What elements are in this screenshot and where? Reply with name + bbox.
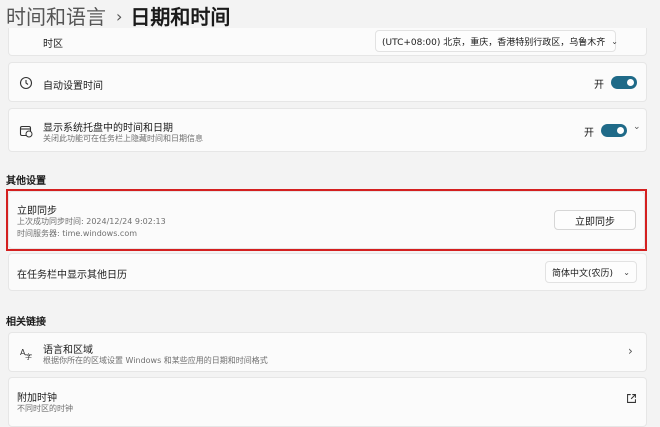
chevron-down-icon: ⌄ — [623, 267, 630, 277]
sync-now-button[interactable]: 立即同步 — [554, 210, 636, 230]
tray-time-toggle-text: 开 — [584, 128, 594, 139]
auto-time-label: 自动设置时间 — [43, 81, 103, 92]
timezone-label: 时区 — [43, 39, 63, 50]
chevron-right-icon: › — [628, 344, 633, 358]
language-icon: A字 — [19, 346, 33, 360]
auto-time-toggle-text: 开 — [594, 80, 604, 91]
clock-icon — [19, 76, 33, 90]
toggle-knob — [617, 127, 624, 134]
timezone-row: 时区 (UTC+08:00) 北京，重庆，香港特别行政区，乌鲁木齐 ⌄ — [8, 28, 647, 56]
other-settings-header: 其他设置 — [6, 176, 46, 187]
timezone-value: (UTC+08:00) 北京，重庆，香港特别行政区，乌鲁木齐 — [382, 37, 606, 48]
tray-time-row: 显示系统托盘中的时间和日期 关闭此功能可在任务栏上隐藏时间和日期信息 开 ⌄ — [8, 108, 647, 152]
last-sync-text: 上次成功同步时间: 2024/12/24 9:02:13 — [17, 217, 166, 226]
additional-calendar-label: 在任务栏中显示其他日历 — [17, 270, 127, 281]
calendar-value: 简体中文(农历) — [552, 268, 614, 279]
time-server-text: 时间服务器: time.windows.com — [17, 229, 138, 238]
chevron-down-icon: ⌄ — [611, 36, 618, 46]
toggle-knob — [627, 79, 634, 86]
calendar-clock-icon — [19, 124, 33, 138]
additional-clocks-sublabel: 不同时区的时钟 — [17, 404, 73, 413]
svg-text:字: 字 — [25, 352, 32, 360]
auto-time-toggle[interactable] — [611, 76, 637, 89]
timezone-dropdown[interactable]: (UTC+08:00) 北京，重庆，香港特别行政区，乌鲁木齐 ⌄ — [375, 30, 618, 52]
additional-clocks-link[interactable]: 附加时钟 不同时区的时钟 — [8, 377, 647, 427]
tray-time-label: 显示系统托盘中的时间和日期 — [43, 123, 173, 134]
additional-calendar-row: 在任务栏中显示其他日历 简体中文(农历) ⌄ — [8, 253, 647, 291]
tray-time-toggle[interactable] — [601, 124, 627, 137]
tray-time-sublabel: 关闭此功能可在任务栏上隐藏时间和日期信息 — [43, 134, 203, 143]
language-region-link[interactable]: A字 语言和区域 根据你所在的区域设置 Windows 和某些应用的日期和时间格… — [8, 332, 647, 372]
auto-time-row: 自动设置时间 开 — [8, 62, 647, 102]
expand-chevron-icon[interactable]: ⌄ — [633, 122, 641, 132]
related-links-header: 相关链接 — [6, 317, 46, 328]
calendar-dropdown[interactable]: 简体中文(农历) ⌄ — [545, 261, 637, 283]
additional-clocks-title: 附加时钟 — [17, 393, 57, 404]
language-region-sublabel: 根据你所在的区域设置 Windows 和某些应用的日期和时间格式 — [43, 356, 268, 365]
sync-title: 立即同步 — [17, 206, 57, 217]
language-region-title: 语言和区域 — [43, 345, 93, 356]
sync-now-row: 立即同步 上次成功同步时间: 2024/12/24 9:02:13 时间服务器:… — [8, 191, 645, 249]
external-link-icon — [626, 393, 637, 404]
